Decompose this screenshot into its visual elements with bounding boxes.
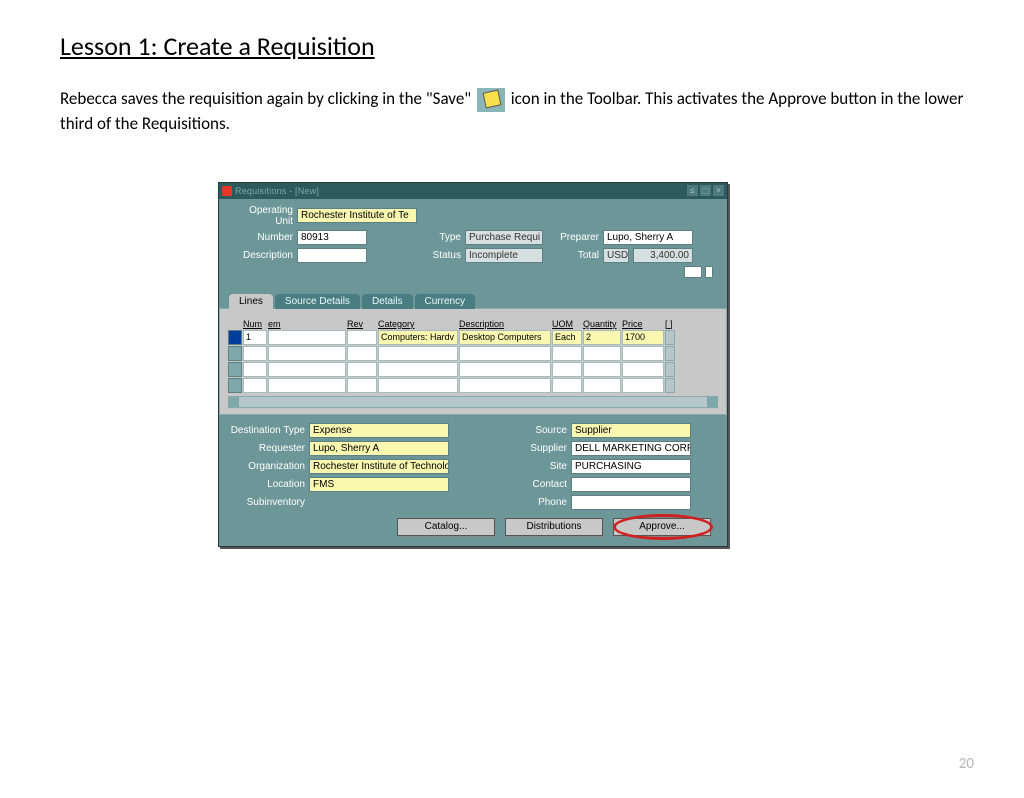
approve-button[interactable]: Approve... [613, 518, 711, 536]
number-field[interactable]: 80913 [297, 230, 367, 245]
location-field[interactable]: FMS [309, 477, 449, 492]
tab-currency[interactable]: Currency [415, 294, 476, 309]
site-field[interactable]: PURCHASING [571, 459, 691, 474]
titlebar: Requisitions - [New] ≤ ⬚ × [219, 183, 727, 199]
source-label: Source [517, 425, 567, 436]
type-label: Type [421, 232, 461, 243]
currency-field: USD [603, 248, 629, 263]
site-label: Site [517, 461, 567, 472]
contact-label: Contact [517, 479, 567, 490]
supplier-label: Supplier [517, 443, 567, 454]
tab-lines[interactable]: Lines [229, 294, 273, 309]
status-label: Status [421, 250, 461, 261]
hscroll[interactable] [228, 396, 718, 408]
dest-type-field[interactable]: Expense [309, 423, 449, 438]
catalog-button[interactable]: Catalog... [397, 518, 495, 536]
close-button[interactable]: × [713, 185, 724, 196]
col-category: Category [378, 319, 458, 329]
table-row[interactable] [228, 346, 718, 361]
col-description: Description [459, 319, 551, 329]
description-label: Description [229, 250, 293, 261]
col-flex: [ ] [665, 319, 675, 329]
col-rev: Rev [347, 319, 377, 329]
maximize-button[interactable]: ⬚ [700, 185, 711, 196]
table-row[interactable] [228, 378, 718, 393]
requester-label: Requester [223, 443, 305, 454]
vscroll[interactable] [665, 330, 675, 345]
distributions-button[interactable]: Distributions [505, 518, 603, 536]
oracle-icon [222, 186, 232, 196]
status-field: Incomplete [465, 248, 543, 263]
window-title: Requisitions - [New] [235, 186, 319, 196]
tab-source-details[interactable]: Source Details [275, 294, 360, 309]
operating-unit-label: Operating Unit [229, 205, 293, 227]
text-pre: Rebecca saves the requisition again by c… [60, 88, 475, 109]
row-selector[interactable] [228, 330, 242, 345]
source-field[interactable]: Supplier [571, 423, 691, 438]
col-em: em [268, 319, 346, 329]
location-label: Location [223, 479, 305, 490]
save-icon [477, 88, 505, 112]
col-uom: UOM [552, 319, 582, 329]
requisitions-window: Requisitions - [New] ≤ ⬚ × Operating Uni… [218, 182, 728, 547]
number-label: Number [229, 232, 293, 243]
cell-uom[interactable]: Each [552, 330, 582, 345]
cell-em[interactable] [268, 330, 346, 345]
cell-num[interactable]: 1 [243, 330, 267, 345]
subinventory-label: Subinventory [223, 497, 305, 508]
col-quantity: Quantity [583, 319, 621, 329]
organization-label: Organization [223, 461, 305, 472]
total-label: Total [547, 250, 599, 261]
tab-details[interactable]: Details [362, 294, 413, 309]
total-field: 3,400.00 [633, 248, 693, 263]
type-field[interactable]: Purchase Requi [465, 230, 543, 245]
cell-price[interactable]: 1700 [622, 330, 664, 345]
phone-field[interactable] [571, 495, 691, 510]
phone-label: Phone [517, 497, 567, 508]
col-num: Num [243, 319, 267, 329]
cell-quantity[interactable]: 2 [583, 330, 621, 345]
col-price: Price [622, 319, 664, 329]
tab-row: Lines Source Details Details Currency [219, 294, 727, 309]
preparer-label: Preparer [547, 232, 599, 243]
cell-category[interactable]: Computers: Hardv [378, 330, 458, 345]
requester-field[interactable]: Lupo, Sherry A [309, 441, 449, 456]
instruction-text: Rebecca saves the requisition again by c… [60, 87, 964, 137]
contact-field[interactable] [571, 477, 691, 492]
lines-grid: Num em Rev Category Description UOM Quan… [219, 308, 727, 415]
flex-field-2[interactable] [705, 266, 713, 278]
page-title: Lesson 1: Create a Requisition [60, 30, 1024, 62]
table-row[interactable] [228, 362, 718, 377]
table-row[interactable]: 1 Computers: Hardv Desktop Computers Eac… [228, 330, 718, 345]
cell-rev[interactable] [347, 330, 377, 345]
flex-field-1[interactable] [684, 266, 702, 278]
operating-unit-field[interactable]: Rochester Institute of Te [297, 208, 417, 223]
preparer-field: Lupo, Sherry A [603, 230, 693, 245]
organization-field[interactable]: Rochester Institute of Technolog [309, 459, 449, 474]
page-number: 20 [959, 755, 974, 773]
description-field[interactable] [297, 248, 367, 263]
dest-type-label: Destination Type [223, 425, 305, 436]
supplier-field[interactable]: DELL MARKETING CORP [571, 441, 691, 456]
minimize-button[interactable]: ≤ [687, 185, 698, 196]
cell-description[interactable]: Desktop Computers [459, 330, 551, 345]
